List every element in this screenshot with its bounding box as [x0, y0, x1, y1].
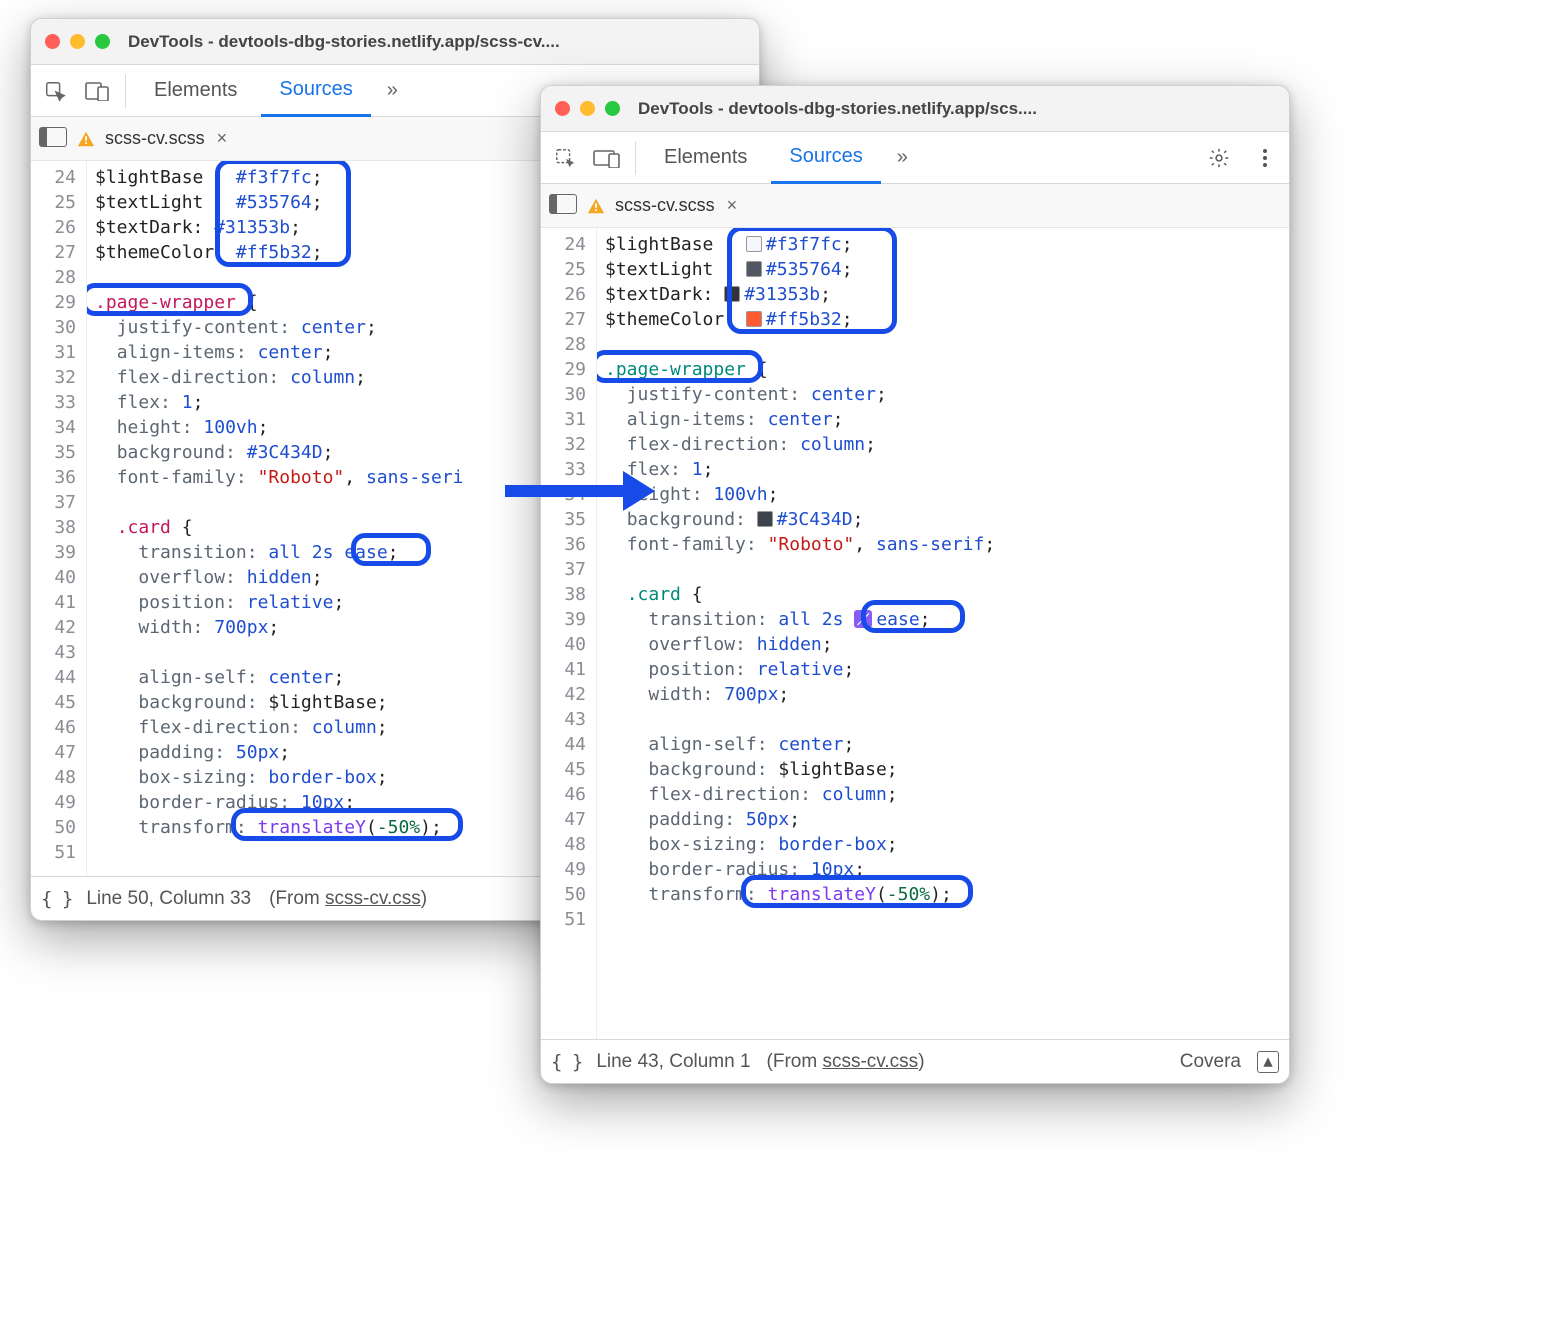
titlebar-left: DevTools - devtools-dbg-stories.netlify.…	[31, 19, 759, 65]
window-title: DevTools - devtools-dbg-stories.netlify.…	[638, 99, 1037, 119]
code-editor[interactable]: 24 25 26 27 28 29 30 31 32 33 34 35 36 3…	[541, 228, 1289, 1039]
minimize-icon[interactable]	[70, 34, 85, 49]
close-icon[interactable]	[555, 101, 570, 116]
titlebar-right: DevTools - devtools-dbg-stories.netlify.…	[541, 86, 1289, 132]
from-suffix: )	[421, 888, 427, 909]
main-tabbar: Elements Sources »	[541, 132, 1289, 184]
file-name[interactable]: scss-cv.scss	[105, 128, 205, 149]
from-prefix: (From	[767, 1051, 823, 1072]
window-title: DevTools - devtools-dbg-stories.netlify.…	[128, 32, 560, 52]
line-gutter: 24 25 26 27 28 29 30 31 32 33 34 35 36 3…	[541, 228, 597, 1039]
debugger-panel-icon[interactable]	[39, 127, 67, 151]
debugger-panel-icon[interactable]	[549, 194, 577, 218]
settings-icon[interactable]	[1201, 140, 1237, 176]
close-file-icon[interactable]: ×	[727, 195, 738, 216]
comparison-arrow-icon	[505, 485, 625, 497]
coverage-label[interactable]: Covera	[1180, 1051, 1241, 1073]
tab-sources[interactable]: Sources	[771, 132, 880, 184]
inspect-element-icon[interactable]	[547, 140, 583, 176]
devtools-window-right: DevTools - devtools-dbg-stories.netlify.…	[540, 85, 1290, 1084]
device-toolbar-icon[interactable]	[79, 73, 115, 109]
status-bar: { } Line 43, Column 1 (From scss-cv.css)…	[541, 1039, 1289, 1083]
inspect-element-icon[interactable]	[37, 73, 73, 109]
more-tabs-icon[interactable]: »	[887, 146, 918, 169]
close-icon[interactable]	[45, 34, 60, 49]
warning-icon	[77, 130, 95, 148]
cursor-position: Line 50, Column 33	[86, 888, 251, 910]
expand-drawer-icon[interactable]: ▴	[1257, 1051, 1279, 1073]
close-file-icon[interactable]: ×	[217, 128, 228, 149]
source-map-link[interactable]: scss-cv.css	[822, 1051, 918, 1072]
tab-elements[interactable]: Elements	[646, 132, 765, 184]
code-content[interactable]: $lightBase #f3f7fc; $textLight #535764; …	[597, 228, 1289, 1039]
maximize-icon[interactable]	[605, 101, 620, 116]
line-gutter: 24 25 26 27 28 29 30 31 32 33 34 35 36 3…	[31, 161, 87, 876]
cursor-position: Line 43, Column 1	[596, 1051, 750, 1073]
traffic-lights	[555, 101, 620, 116]
format-icon[interactable]: { }	[41, 888, 72, 910]
kebab-menu-icon[interactable]	[1247, 140, 1283, 176]
tab-elements[interactable]: Elements	[136, 65, 255, 117]
format-icon[interactable]: { }	[551, 1051, 582, 1073]
warning-icon	[587, 197, 605, 215]
minimize-icon[interactable]	[580, 101, 595, 116]
tab-sources[interactable]: Sources	[261, 65, 370, 117]
from-suffix: )	[918, 1051, 924, 1072]
device-toolbar-icon[interactable]	[589, 140, 625, 176]
traffic-lights	[45, 34, 110, 49]
source-map-link[interactable]: scss-cv.css	[325, 888, 421, 909]
maximize-icon[interactable]	[95, 34, 110, 49]
file-tab-row: scss-cv.scss ×	[541, 184, 1289, 228]
from-prefix: (From	[269, 888, 325, 909]
more-tabs-icon[interactable]: »	[377, 79, 408, 102]
file-name[interactable]: scss-cv.scss	[615, 195, 715, 216]
